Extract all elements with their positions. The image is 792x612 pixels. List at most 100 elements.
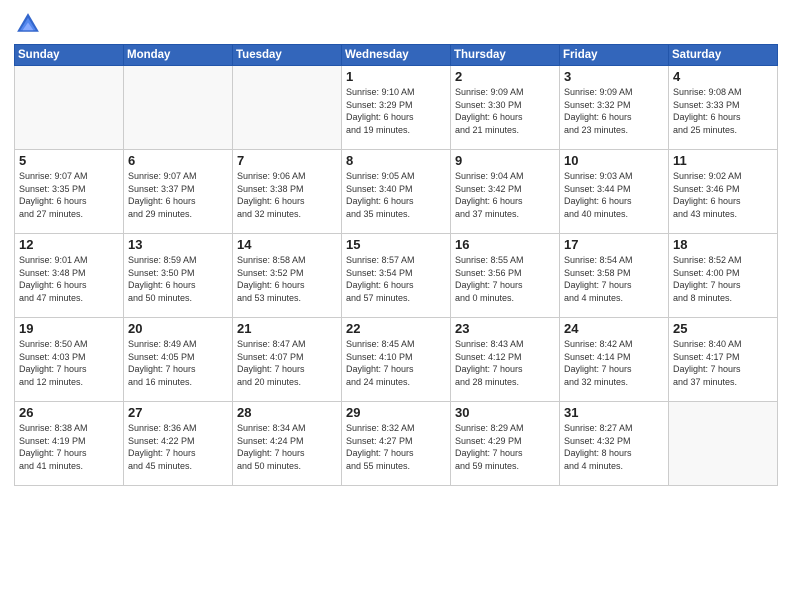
day-number: 26 <box>19 405 119 420</box>
day-info: Sunrise: 9:03 AM Sunset: 3:44 PM Dayligh… <box>564 170 664 220</box>
day-number: 8 <box>346 153 446 168</box>
calendar-table: SundayMondayTuesdayWednesdayThursdayFrid… <box>14 44 778 486</box>
day-number: 7 <box>237 153 337 168</box>
day-info: Sunrise: 9:08 AM Sunset: 3:33 PM Dayligh… <box>673 86 773 136</box>
day-number: 30 <box>455 405 555 420</box>
calendar-cell: 30 Sunrise: 8:29 AM Sunset: 4:29 PM Dayli… <box>451 402 560 486</box>
day-number: 6 <box>128 153 228 168</box>
day-number: 3 <box>564 69 664 84</box>
page-container: SundayMondayTuesdayWednesdayThursdayFrid… <box>0 0 792 612</box>
calendar-cell: 14Sunrise: 8:58 AM Sunset: 3:52 PM Dayli… <box>233 234 342 318</box>
day-info: Sunrise: 9:07 AM Sunset: 3:35 PM Dayligh… <box>19 170 119 220</box>
day-info: Sunrise: 8:49 AM Sunset: 4:05 PM Dayligh… <box>128 338 228 388</box>
day-info: Sunrise: 9:02 AM Sunset: 3:46 PM Dayligh… <box>673 170 773 220</box>
calendar-cell: 15Sunrise: 8:57 AM Sunset: 3:54 PM Dayli… <box>342 234 451 318</box>
day-number: 10 <box>564 153 664 168</box>
calendar-cell: 6 Sunrise: 9:07 AM Sunset: 3:37 PM Daylig… <box>124 150 233 234</box>
day-info: Sunrise: 9:10 AM Sunset: 3:29 PM Dayligh… <box>346 86 446 136</box>
week-row-5: 26 Sunrise: 8:38 AM Sunset: 4:19 PM Dayli… <box>15 402 778 486</box>
day-info: Sunrise: 8:55 AM Sunset: 3:56 PM Dayligh… <box>455 254 555 304</box>
day-number: 28 <box>237 405 337 420</box>
day-info: Sunrise: 9:01 AM Sunset: 3:48 PM Dayligh… <box>19 254 119 304</box>
calendar-cell: 28 Sunrise: 8:34 AM Sunset: 4:24 PM Dayli… <box>233 402 342 486</box>
day-info: Sunrise: 9:04 AM Sunset: 3:42 PM Dayligh… <box>455 170 555 220</box>
day-info: Sunrise: 9:09 AM Sunset: 3:32 PM Dayligh… <box>564 86 664 136</box>
day-number: 17 <box>564 237 664 252</box>
day-number: 12 <box>19 237 119 252</box>
week-row-1: 1 Sunrise: 9:10 AM Sunset: 3:29 PM Daylig… <box>15 66 778 150</box>
day-info: Sunrise: 8:52 AM Sunset: 4:00 PM Dayligh… <box>673 254 773 304</box>
calendar-cell: 4 Sunrise: 9:08 AM Sunset: 3:33 PM Daylig… <box>669 66 778 150</box>
calendar-cell: 3 Sunrise: 9:09 AM Sunset: 3:32 PM Daylig… <box>560 66 669 150</box>
day-number: 5 <box>19 153 119 168</box>
weekday-header-monday: Monday <box>124 45 233 66</box>
calendar-cell: 11Sunrise: 9:02 AM Sunset: 3:46 PM Dayli… <box>669 150 778 234</box>
calendar-cell <box>124 66 233 150</box>
calendar-cell: 10 Sunrise: 9:03 AM Sunset: 3:44 PM Dayli… <box>560 150 669 234</box>
weekday-header-tuesday: Tuesday <box>233 45 342 66</box>
calendar-cell: 22Sunrise: 8:45 AM Sunset: 4:10 PM Dayli… <box>342 318 451 402</box>
calendar-cell: 29 Sunrise: 8:32 AM Sunset: 4:27 PM Dayli… <box>342 402 451 486</box>
day-info: Sunrise: 9:07 AM Sunset: 3:37 PM Dayligh… <box>128 170 228 220</box>
calendar-cell <box>669 402 778 486</box>
day-info: Sunrise: 8:42 AM Sunset: 4:14 PM Dayligh… <box>564 338 664 388</box>
calendar-cell: 18 Sunrise: 8:52 AM Sunset: 4:00 PM Dayli… <box>669 234 778 318</box>
day-number: 15 <box>346 237 446 252</box>
day-number: 27 <box>128 405 228 420</box>
calendar-cell: 19Sunrise: 8:50 AM Sunset: 4:03 PM Dayli… <box>15 318 124 402</box>
day-number: 23 <box>455 321 555 336</box>
calendar-cell: 1 Sunrise: 9:10 AM Sunset: 3:29 PM Daylig… <box>342 66 451 150</box>
calendar-cell: 9Sunrise: 9:04 AM Sunset: 3:42 PM Daylig… <box>451 150 560 234</box>
day-info: Sunrise: 8:36 AM Sunset: 4:22 PM Dayligh… <box>128 422 228 472</box>
calendar-cell: 17 Sunrise: 8:54 AM Sunset: 3:58 PM Dayli… <box>560 234 669 318</box>
calendar-cell: 23 Sunrise: 8:43 AM Sunset: 4:12 PM Dayli… <box>451 318 560 402</box>
calendar-cell: 16 Sunrise: 8:55 AM Sunset: 3:56 PM Dayli… <box>451 234 560 318</box>
weekday-header-row: SundayMondayTuesdayWednesdayThursdayFrid… <box>15 45 778 66</box>
day-number: 29 <box>346 405 446 420</box>
day-info: Sunrise: 8:40 AM Sunset: 4:17 PM Dayligh… <box>673 338 773 388</box>
calendar-cell: 26 Sunrise: 8:38 AM Sunset: 4:19 PM Dayli… <box>15 402 124 486</box>
calendar-cell: 5 Sunrise: 9:07 AM Sunset: 3:35 PM Daylig… <box>15 150 124 234</box>
day-info: Sunrise: 8:47 AM Sunset: 4:07 PM Dayligh… <box>237 338 337 388</box>
calendar-cell: 8 Sunrise: 9:05 AM Sunset: 3:40 PM Daylig… <box>342 150 451 234</box>
day-info: Sunrise: 9:05 AM Sunset: 3:40 PM Dayligh… <box>346 170 446 220</box>
day-info: Sunrise: 8:54 AM Sunset: 3:58 PM Dayligh… <box>564 254 664 304</box>
calendar-cell: 27 Sunrise: 8:36 AM Sunset: 4:22 PM Dayli… <box>124 402 233 486</box>
day-info: Sunrise: 8:32 AM Sunset: 4:27 PM Dayligh… <box>346 422 446 472</box>
calendar-cell <box>233 66 342 150</box>
week-row-3: 12 Sunrise: 9:01 AM Sunset: 3:48 PM Dayli… <box>15 234 778 318</box>
day-number: 16 <box>455 237 555 252</box>
header <box>14 10 778 38</box>
day-number: 1 <box>346 69 446 84</box>
day-info: Sunrise: 8:38 AM Sunset: 4:19 PM Dayligh… <box>19 422 119 472</box>
day-info: Sunrise: 8:29 AM Sunset: 4:29 PM Dayligh… <box>455 422 555 472</box>
day-info: Sunrise: 8:50 AM Sunset: 4:03 PM Dayligh… <box>19 338 119 388</box>
day-number: 18 <box>673 237 773 252</box>
day-info: Sunrise: 9:09 AM Sunset: 3:30 PM Dayligh… <box>455 86 555 136</box>
day-info: Sunrise: 8:58 AM Sunset: 3:52 PM Dayligh… <box>237 254 337 304</box>
day-info: Sunrise: 8:34 AM Sunset: 4:24 PM Dayligh… <box>237 422 337 472</box>
calendar-cell <box>15 66 124 150</box>
day-number: 24 <box>564 321 664 336</box>
day-info: Sunrise: 8:45 AM Sunset: 4:10 PM Dayligh… <box>346 338 446 388</box>
day-number: 25 <box>673 321 773 336</box>
day-info: Sunrise: 8:27 AM Sunset: 4:32 PM Dayligh… <box>564 422 664 472</box>
logo <box>14 10 46 38</box>
calendar-cell: 7 Sunrise: 9:06 AM Sunset: 3:38 PM Daylig… <box>233 150 342 234</box>
weekday-header-thursday: Thursday <box>451 45 560 66</box>
calendar-cell: 2Sunrise: 9:09 AM Sunset: 3:30 PM Daylig… <box>451 66 560 150</box>
calendar-cell: 24 Sunrise: 8:42 AM Sunset: 4:14 PM Dayli… <box>560 318 669 402</box>
calendar-cell: 13 Sunrise: 8:59 AM Sunset: 3:50 PM Dayli… <box>124 234 233 318</box>
day-info: Sunrise: 9:06 AM Sunset: 3:38 PM Dayligh… <box>237 170 337 220</box>
day-number: 4 <box>673 69 773 84</box>
calendar-cell: 12 Sunrise: 9:01 AM Sunset: 3:48 PM Dayli… <box>15 234 124 318</box>
calendar-cell: 31Sunrise: 8:27 AM Sunset: 4:32 PM Dayli… <box>560 402 669 486</box>
day-number: 20 <box>128 321 228 336</box>
day-info: Sunrise: 8:43 AM Sunset: 4:12 PM Dayligh… <box>455 338 555 388</box>
day-info: Sunrise: 8:59 AM Sunset: 3:50 PM Dayligh… <box>128 254 228 304</box>
weekday-header-wednesday: Wednesday <box>342 45 451 66</box>
weekday-header-saturday: Saturday <box>669 45 778 66</box>
week-row-2: 5 Sunrise: 9:07 AM Sunset: 3:35 PM Daylig… <box>15 150 778 234</box>
day-number: 13 <box>128 237 228 252</box>
calendar-cell: 25 Sunrise: 8:40 AM Sunset: 4:17 PM Dayli… <box>669 318 778 402</box>
